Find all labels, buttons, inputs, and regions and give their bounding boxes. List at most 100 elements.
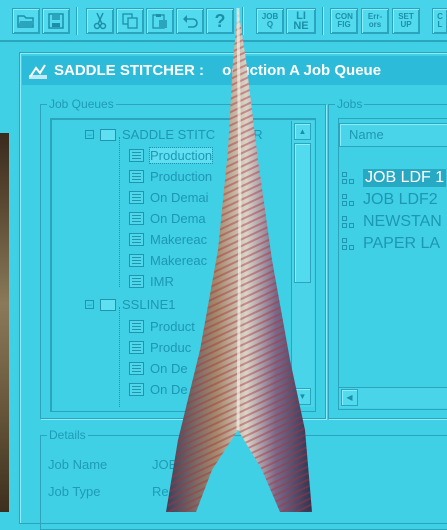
- cut-button[interactable]: [86, 8, 114, 34]
- tree-queue-item[interactable]: Production: [129, 146, 214, 165]
- window-title-continued: oduction A Job Queue: [222, 62, 382, 79]
- window-title: SADDLE STITCHER :: [54, 62, 209, 79]
- queue-document-icon: [129, 383, 144, 396]
- tree-queue-item[interactable]: On De: [129, 380, 188, 399]
- scroll-thumb[interactable]: [294, 143, 311, 283]
- tree-queue-item[interactable]: Makereac: [129, 251, 207, 270]
- job-queue-button-label-bottom: Q: [266, 20, 274, 29]
- errors-button[interactable]: Err- ors: [361, 8, 389, 34]
- job-icon: [342, 192, 358, 208]
- save-button[interactable]: [42, 8, 70, 34]
- config-button-label-bottom: FIG: [337, 20, 351, 29]
- job-icon: [342, 236, 358, 252]
- job-type-label: Job Type: [48, 484, 101, 499]
- scroll-left-button[interactable]: ◀: [341, 389, 358, 406]
- background-photo-strip: [0, 133, 9, 512]
- config-button[interactable]: CON FIG: [330, 8, 358, 34]
- tree-queue-item[interactable]: IMR: [129, 272, 174, 291]
- scissors-icon: [93, 12, 107, 30]
- stitcher-app-icon: [29, 63, 47, 79]
- job-queues-tree[interactable]: − SADDLE STITC R Production Production O…: [50, 118, 316, 412]
- open-button[interactable]: [12, 8, 40, 34]
- tree-label: SADDLE STITC: [122, 127, 216, 142]
- line-button[interactable]: LI NE: [286, 8, 316, 34]
- job-name-label: Job Name: [48, 457, 108, 472]
- jobs-list[interactable]: Name JOB LDF 1 JOB LDF2 NEWSTAN PAPER LA…: [338, 118, 447, 410]
- jobs-horizontal-scrollbar[interactable]: ◀: [339, 387, 447, 408]
- toolbar-separator: [242, 7, 244, 35]
- job-queues-legend: Job Queues: [49, 97, 114, 111]
- queue-document-icon: [129, 254, 144, 267]
- job-label: JOB LDF2: [363, 190, 438, 208]
- paste-button[interactable]: [146, 8, 174, 34]
- job-icon: [342, 214, 358, 230]
- tree-queue-item[interactable]: Produc: [129, 338, 191, 357]
- tree-label: IMR: [150, 274, 174, 289]
- tree-queue-item[interactable]: Makereac: [129, 230, 207, 249]
- details-group: Details: [40, 428, 447, 530]
- tree-label: On Demai: [150, 190, 209, 205]
- collapse-icon[interactable]: −: [85, 300, 94, 310]
- tree-label: Production: [150, 169, 213, 184]
- undo-button[interactable]: [176, 8, 204, 34]
- setup-button-label-bottom: UP: [400, 20, 412, 29]
- toolbar: ? JOB Q LI NE CON FIG Err- ors SET UP C …: [0, 0, 447, 42]
- job-queue-button[interactable]: JOB Q: [256, 8, 284, 34]
- scroll-up-button[interactable]: ▲: [294, 123, 311, 140]
- queue-document-icon: [129, 233, 144, 246]
- question-mark-icon: ?: [214, 10, 226, 31]
- line-button-label-bottom: NE: [293, 20, 309, 32]
- cut-off-button[interactable]: C L: [432, 8, 447, 34]
- tree-label: On De: [150, 382, 188, 397]
- details-legend: Details: [49, 428, 86, 442]
- queue-document-icon: [129, 191, 144, 204]
- tree-label-suffix: R: [253, 127, 263, 142]
- floppy-disk-icon: [48, 13, 64, 29]
- window-titlebar[interactable]: SADDLE STITCHER : oduction A Job Queue: [22, 56, 447, 85]
- job-list-item[interactable]: JOB LDF2: [342, 189, 438, 210]
- job-name-value: JOB: [152, 457, 178, 472]
- tree-guide-line: [119, 307, 121, 407]
- copy-button[interactable]: [116, 8, 144, 34]
- queue-document-icon: [129, 275, 144, 288]
- errors-button-label-bottom: ors: [368, 20, 382, 29]
- job-list-item[interactable]: NEWSTAN: [342, 211, 442, 232]
- column-header-name[interactable]: Name: [339, 123, 447, 147]
- tree-station-saddle-stitcher[interactable]: − SADDLE STITC R: [85, 125, 263, 144]
- tree-label: Product: [150, 319, 195, 334]
- tree-queue-item[interactable]: Production: [129, 167, 212, 186]
- queue-document-icon: [129, 212, 144, 225]
- scroll-down-button[interactable]: ▼: [294, 388, 311, 405]
- folder-open-icon: [17, 15, 34, 28]
- collapse-icon[interactable]: −: [85, 130, 94, 140]
- queue-document-icon: [129, 362, 144, 375]
- tree-label: On Dema: [150, 211, 206, 226]
- tree-label: Produc: [150, 340, 192, 355]
- queue-document-icon: [129, 149, 144, 162]
- arrow-down-icon: ▼: [298, 392, 307, 401]
- toolbar-separator: [322, 7, 324, 35]
- toolbar-separator: [76, 7, 78, 35]
- help-button[interactable]: ?: [206, 8, 234, 34]
- tree-station-ssline1[interactable]: − SSLINE1: [85, 295, 175, 314]
- tree-label: Makereac: [150, 232, 208, 247]
- tree-vertical-scrollbar[interactable]: ▲ ▼: [291, 121, 314, 407]
- job-label: PAPER LA: [363, 234, 441, 252]
- tree-queue-item[interactable]: On Demai: [129, 188, 209, 207]
- jobs-legend: Jobs: [337, 97, 363, 111]
- tree-label: Production: [148, 147, 214, 164]
- tree-queue-item[interactable]: On Dema: [129, 209, 206, 228]
- job-list-item[interactable]: JOB LDF 1: [342, 167, 447, 188]
- cut-off-button-label-bottom: L: [437, 20, 443, 29]
- tree-queue-item[interactable]: On De: [129, 359, 188, 378]
- tree-queue-item[interactable]: Product: [129, 317, 195, 336]
- tree-label: Makereac: [150, 253, 208, 268]
- tree-guide-line: [119, 137, 121, 287]
- setup-button[interactable]: SET UP: [392, 8, 420, 34]
- arrow-up-icon: ▲: [298, 127, 307, 136]
- job-list-item[interactable]: PAPER LA: [342, 233, 440, 254]
- computer-icon: [100, 128, 116, 141]
- undo-arrow-icon: [183, 15, 198, 28]
- computer-icon: [100, 298, 116, 311]
- job-label: NEWSTAN: [363, 212, 442, 230]
